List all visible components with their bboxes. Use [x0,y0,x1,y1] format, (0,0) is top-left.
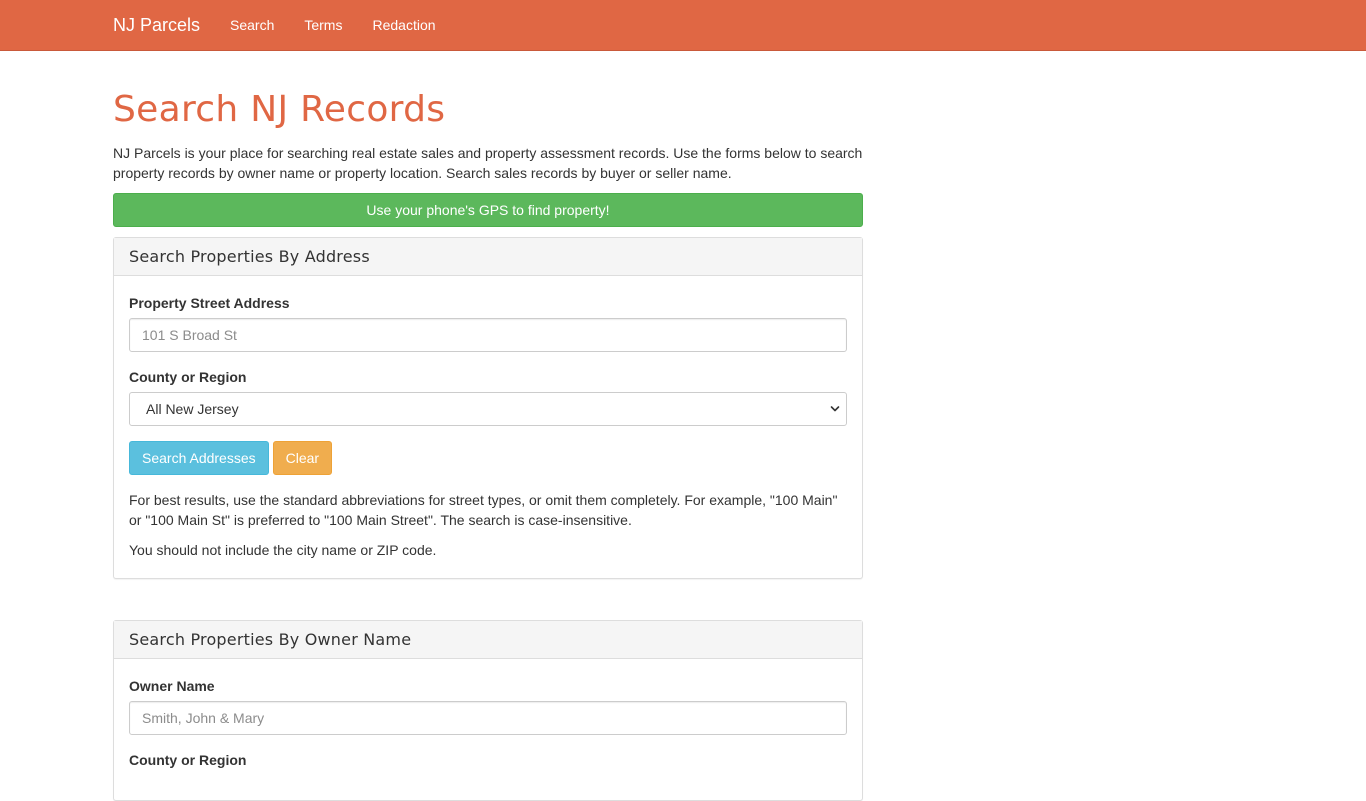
owner-name-input[interactable] [129,701,847,735]
county-select[interactable]: All New Jersey [129,392,847,426]
search-addresses-button[interactable]: Search Addresses [129,441,269,475]
county-select-value: All New Jersey [146,401,239,417]
county-group: County or Region All New Jersey [129,367,847,426]
owner-search-panel: Search Properties By Owner Name Owner Na… [113,620,863,801]
street-address-input[interactable] [129,318,847,352]
nav-link-redaction[interactable]: Redaction [357,0,450,50]
address-button-row: Search Addresses Clear [129,441,847,475]
clear-button[interactable]: Clear [272,441,333,475]
nav-link-search[interactable]: Search [215,0,289,50]
nav-links: Search Terms Redaction [215,0,451,50]
page-title: Search NJ Records [113,89,446,130]
owner-panel-body: Owner Name County or Region [114,659,862,800]
chevron-down-icon [830,406,840,412]
owner-county-group: County or Region [129,750,847,770]
county-label: County or Region [129,369,247,385]
owner-name-group: Owner Name [129,676,847,735]
address-panel-body: Property Street Address County or Region… [114,276,862,578]
street-address-group: Property Street Address [129,293,847,352]
main-container: Search NJ Records NJ Parcels is your pla… [113,51,863,801]
owner-panel-heading: Search Properties By Owner Name [114,621,862,659]
address-help-text: For best results, use the standard abbre… [129,492,838,528]
street-address-label: Property Street Address [129,295,290,311]
address-search-panel: Search Properties By Address Property St… [113,237,863,579]
owner-name-label: Owner Name [129,678,215,694]
nav-link-terms[interactable]: Terms [289,0,357,50]
brand-link[interactable]: NJ Parcels [113,14,200,36]
address-help-note: You should not include the city name or … [129,542,437,558]
intro-text: NJ Parcels is your place for searching r… [113,145,863,181]
gps-search-button[interactable]: Use your phone's GPS to find property! [113,193,863,227]
owner-county-label: County or Region [129,752,247,768]
navbar: NJ Parcels Search Terms Redaction [0,0,1366,51]
address-panel-heading: Search Properties By Address [114,238,862,276]
